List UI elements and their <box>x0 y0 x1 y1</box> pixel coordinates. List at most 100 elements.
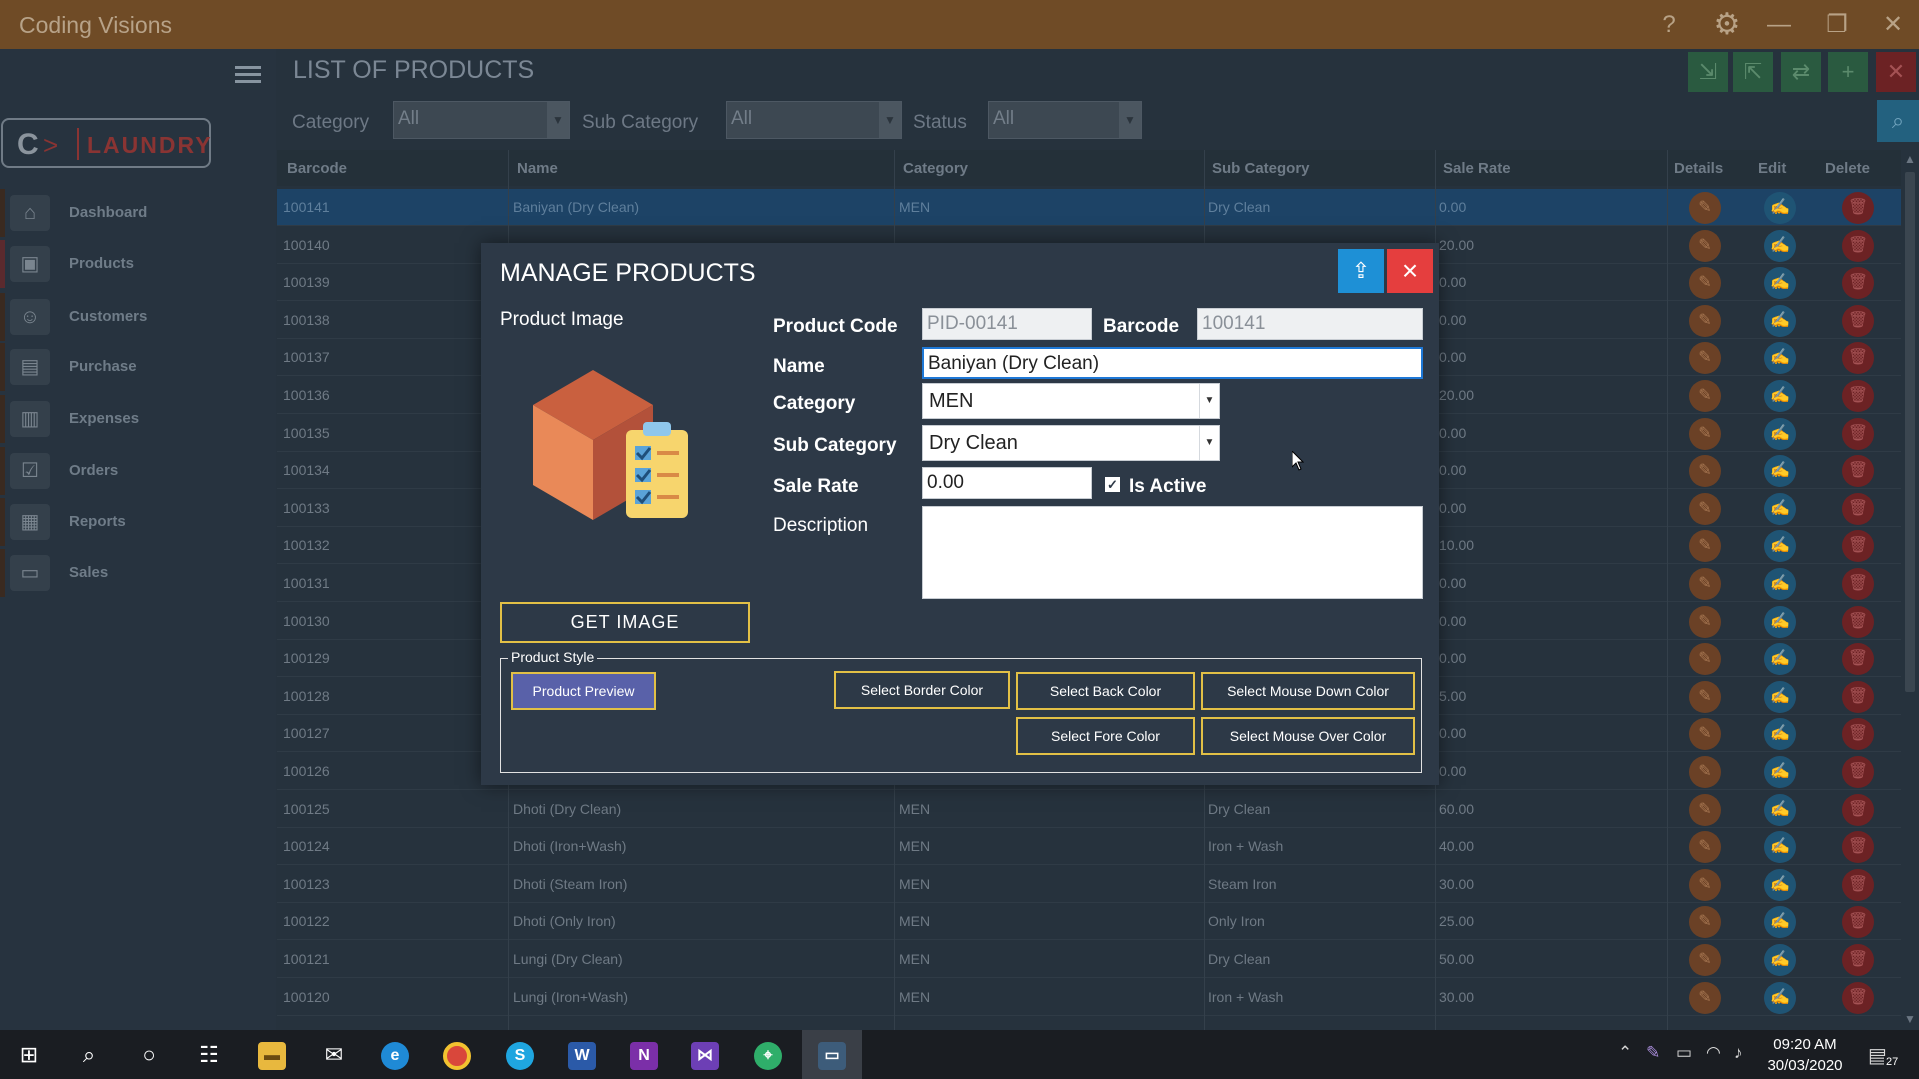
select-fore-color-button[interactable]: Select Fore Color <box>1016 717 1195 755</box>
delete-icon[interactable]: 🗑 <box>1842 380 1874 412</box>
cortana-icon[interactable]: ○ <box>120 1030 178 1079</box>
delete-icon[interactable]: 🗑 <box>1842 192 1874 224</box>
edit-icon[interactable]: ✍ <box>1764 944 1796 976</box>
delete-icon[interactable]: 🗑 <box>1842 229 1874 262</box>
column-header-name[interactable]: Name <box>517 160 558 177</box>
table-scrollbar[interactable]: ▲ ▼ <box>1901 150 1919 1030</box>
edit-icon[interactable]: ✍ <box>1764 304 1796 337</box>
close-window-icon[interactable]: ✕ <box>1878 10 1908 40</box>
sidebar-item-products[interactable]: ▣ Products <box>0 240 276 288</box>
delete-icon[interactable]: 🗑 <box>1842 568 1874 600</box>
visual-studio-icon[interactable]: ⋈ <box>676 1030 734 1079</box>
details-icon[interactable]: ✎ <box>1689 342 1721 375</box>
category-select[interactable]: MEN ▼ <box>922 383 1220 419</box>
taskbar-clock[interactable]: 09:20 AM 30/03/2020 <box>1760 1034 1850 1076</box>
sidebar-item-customers[interactable]: ☺ Customers <box>0 293 276 341</box>
search-icon[interactable]: ⌕ <box>60 1030 118 1079</box>
details-icon[interactable]: ✎ <box>1689 192 1721 224</box>
edit-icon[interactable]: ✍ <box>1764 793 1796 826</box>
details-icon[interactable]: ✎ <box>1689 756 1721 788</box>
edit-icon[interactable]: ✍ <box>1764 417 1796 450</box>
is-active-label[interactable]: Is Active <box>1129 476 1206 498</box>
column-header-category[interactable]: Category <box>903 160 968 177</box>
delete-icon[interactable]: 🗑 <box>1842 530 1874 563</box>
delete-icon[interactable]: 🗑 <box>1842 492 1874 525</box>
export-excel-icon[interactable]: ⇱ <box>1733 52 1773 92</box>
details-icon[interactable]: ✎ <box>1689 455 1721 488</box>
edit-icon[interactable]: ✍ <box>1764 455 1796 488</box>
status-filter-select[interactable]: All ▼ <box>988 101 1142 139</box>
delete-icon[interactable]: 🗑 <box>1842 342 1874 375</box>
select-mouse-down-color-button[interactable]: Select Mouse Down Color <box>1201 672 1415 710</box>
delete-icon[interactable]: 🗑 <box>1842 831 1874 864</box>
details-icon[interactable]: ✎ <box>1689 492 1721 525</box>
category-filter-select[interactable]: All ▼ <box>393 101 570 139</box>
file-explorer-icon[interactable]: ▬ <box>243 1030 301 1079</box>
tray-overflow-icon[interactable]: ⌃ <box>1618 1043 1632 1063</box>
delete-icon[interactable]: 🗑 <box>1842 944 1874 976</box>
delete-icon[interactable]: 🗑 <box>1842 906 1874 939</box>
delete-icon[interactable]: 🗑 <box>1842 455 1874 488</box>
subcategory-filter-select[interactable]: All ▼ <box>726 101 902 139</box>
sidebar-item-dashboard[interactable]: ⌂ Dashboard <box>0 189 276 237</box>
delete-icon[interactable]: 🗑 <box>1842 680 1874 713</box>
details-icon[interactable]: ✎ <box>1689 530 1721 563</box>
minimize-icon[interactable]: — <box>1764 10 1794 40</box>
details-icon[interactable]: ✎ <box>1689 680 1721 713</box>
battery-icon[interactable]: ▭ <box>1676 1043 1692 1063</box>
table-row[interactable]: 100121 Lungi (Dry Clean) MEN Dry Clean 50.00… <box>277 941 1901 978</box>
close-dialog-icon[interactable]: × <box>1387 249 1433 293</box>
skype-icon[interactable]: S <box>491 1030 549 1079</box>
select-back-color-button[interactable]: Select Back Color <box>1016 672 1195 710</box>
table-row[interactable]: 100123 Dhoti (Steam Iron) MEN Steam Iron 30.… <box>277 866 1901 903</box>
delete-icon[interactable]: 🗑 <box>1842 605 1874 638</box>
details-icon[interactable]: ✎ <box>1689 944 1721 976</box>
product-code-field[interactable]: PID-00141 <box>922 308 1092 340</box>
sidebar-item-orders[interactable]: ☑ Orders <box>0 447 276 495</box>
close-list-icon[interactable]: ✕ <box>1876 52 1916 92</box>
description-textarea[interactable] <box>922 506 1423 599</box>
scrollbar-thumb[interactable] <box>1905 172 1915 692</box>
barcode-field[interactable]: 100141 <box>1197 308 1423 340</box>
details-icon[interactable]: ✎ <box>1689 981 1721 1014</box>
hamburger-menu-icon[interactable] <box>235 62 261 88</box>
edit-icon[interactable]: ✍ <box>1764 680 1796 713</box>
search-icon[interactable]: ⌕ <box>1877 100 1919 142</box>
details-icon[interactable]: ✎ <box>1689 568 1721 600</box>
details-icon[interactable]: ✎ <box>1689 304 1721 337</box>
edit-icon[interactable]: ✍ <box>1764 342 1796 375</box>
sale-rate-field[interactable]: 0.00 <box>922 467 1092 499</box>
details-icon[interactable]: ✎ <box>1689 793 1721 826</box>
table-row[interactable]: 100120 Lungi (Iron+Wash) MEN Iron + Wash 30.… <box>277 979 1901 1016</box>
column-header-barcode[interactable]: Barcode <box>287 160 347 177</box>
product-preview-button[interactable]: Product Preview <box>511 672 656 710</box>
task-view-icon[interactable]: ☷ <box>180 1030 238 1079</box>
column-header-sale-rate[interactable]: Sale Rate <box>1443 160 1511 177</box>
delete-icon[interactable]: 🗑 <box>1842 718 1874 751</box>
details-icon[interactable]: ✎ <box>1689 417 1721 450</box>
edit-icon[interactable]: ✍ <box>1764 906 1796 939</box>
sidebar-item-purchase[interactable]: ▤ Purchase <box>0 343 276 391</box>
get-image-button[interactable]: GET IMAGE <box>500 602 750 643</box>
edit-icon[interactable]: ✍ <box>1764 530 1796 563</box>
delete-icon[interactable]: 🗑 <box>1842 304 1874 337</box>
pen-icon[interactable]: ✎ <box>1646 1043 1660 1063</box>
table-row[interactable]: 100125 Dhoti (Dry Clean) MEN Dry Clean 60.00… <box>277 791 1901 828</box>
delete-icon[interactable]: 🗑 <box>1842 793 1874 826</box>
import-icon[interactable]: ⇲ <box>1688 52 1728 92</box>
edit-icon[interactable]: ✍ <box>1764 718 1796 751</box>
table-row[interactable]: 100122 Dhoti (Only Iron) MEN Only Iron 25.00… <box>277 903 1901 941</box>
wifi-icon[interactable]: ◠ <box>1706 1043 1721 1063</box>
edit-icon[interactable]: ✍ <box>1764 267 1796 300</box>
chrome-browser-icon[interactable] <box>428 1030 486 1079</box>
subcategory-select[interactable]: Dry Clean ▼ <box>922 425 1220 461</box>
table-row[interactable]: 100124 Dhoti (Iron+Wash) MEN Iron + Wash 40.… <box>277 828 1901 866</box>
table-row[interactable]: 100141 Baniyan (Dry Clean) MEN Dry Clean 0.0… <box>277 189 1901 226</box>
details-icon[interactable]: ✎ <box>1689 380 1721 412</box>
details-icon[interactable]: ✎ <box>1689 718 1721 751</box>
sidebar-item-sales[interactable]: ▭ Sales <box>0 549 276 597</box>
delete-icon[interactable]: 🗑 <box>1842 981 1874 1014</box>
help-icon[interactable]: ? <box>1654 10 1684 40</box>
delete-icon[interactable]: 🗑 <box>1842 417 1874 450</box>
delete-icon[interactable]: 🗑 <box>1842 868 1874 901</box>
